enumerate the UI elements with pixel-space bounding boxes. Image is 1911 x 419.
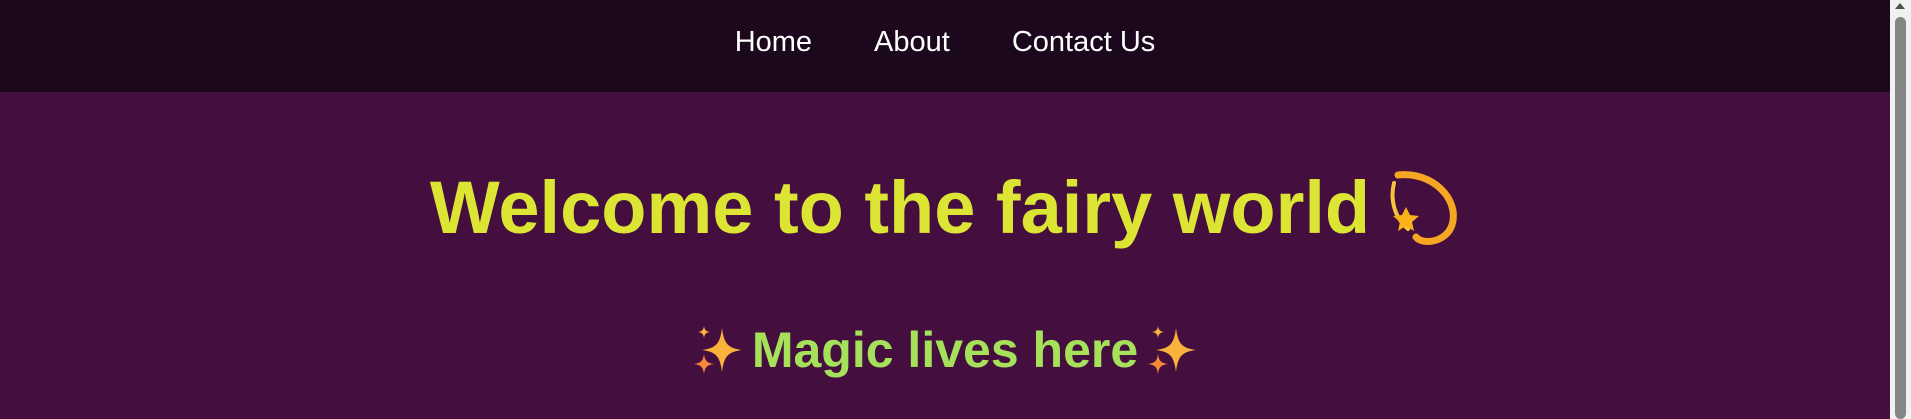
scrollbar-thumb[interactable]: [1895, 17, 1906, 419]
sparkles-icon: [1148, 326, 1197, 374]
nav-link-home[interactable]: Home: [735, 26, 812, 67]
hero-title-text: Welcome to the fairy world: [429, 166, 1371, 249]
sparkles-icon: [693, 326, 742, 374]
main-content: Home About Contact Us Welcome to the fai…: [0, 0, 1890, 419]
nav-link-about[interactable]: About: [874, 26, 950, 67]
dizzy-star-icon: [1390, 171, 1457, 245]
page: Home About Contact Us Welcome to the fai…: [0, 0, 1911, 419]
hero-title: Welcome to the fairy world: [0, 163, 1890, 253]
top-navbar: Home About Contact Us: [0, 0, 1890, 92]
scroll-up-arrow-icon[interactable]: [1895, 3, 1905, 9]
hero-subtitle: Magic lives here: [0, 319, 1890, 381]
vertical-scrollbar[interactable]: [1890, 0, 1911, 419]
hero-subtitle-text: Magic lives here: [751, 322, 1139, 378]
nav-link-contact-us[interactable]: Contact Us: [1012, 26, 1155, 67]
